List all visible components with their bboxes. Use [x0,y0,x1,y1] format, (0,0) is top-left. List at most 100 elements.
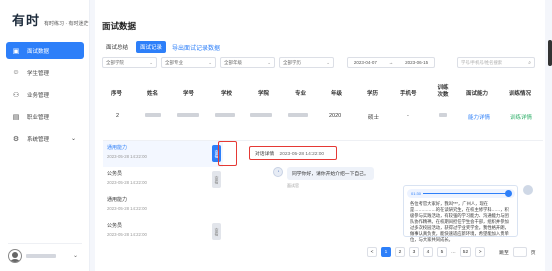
record-time: 2023-05-28 14:22:00 [107,232,147,237]
cell-grade: 2020 [329,113,342,119]
chevron-down-icon: ⌄ [72,253,78,259]
page-suffix: 页 [530,250,536,256]
arrow-right-icon: → [388,60,394,65]
training-details-link[interactable]: 训练详情 [510,113,532,121]
avatar [8,248,22,263]
cell-student-id-redacted [177,113,199,119]
col-degree: 学历 [367,91,379,97]
col-school: 学校 [221,91,233,97]
dialog-detail-time: 2023-05-28 14:22:00 [279,152,325,157]
list-item[interactable]: 通用能力 2023-05-28 14:22:00 查看 [103,141,223,167]
ability-details-link[interactable]: 能力详情 [468,113,490,121]
sidebar-item-label: 学生管理 [27,70,50,77]
interview-data-icon: ▣ [12,47,20,55]
brand-title: 有时 [12,13,41,28]
user-menu[interactable]: ⌄ [8,243,82,263]
date-range-picker[interactable]: 2023-04-07 → 2023-06-15 [347,57,435,68]
sidebar-item-label: 面试数据 [27,48,50,55]
cell-phone: - [407,113,409,119]
goto-page-input[interactable] [512,247,527,257]
search-icon[interactable]: ⌕ [528,60,531,66]
export-records-link[interactable]: 导出面试记录数据 [172,43,220,52]
prev-page-button[interactable]: < [367,247,377,257]
page-2-button[interactable]: 2 [395,247,405,257]
cell-major-redacted [288,113,308,119]
college-select[interactable]: 全部学院 ⌄ [102,57,157,68]
highlight-box-view-button [218,141,237,166]
page-1-button[interactable]: 1 [381,247,391,257]
col-ability: 面试能力 [466,91,489,97]
page-3-button[interactable]: 3 [409,247,419,257]
record-time: 2023-05-28 14:22:00 [107,206,147,211]
col-student-id: 学号 [183,91,195,97]
record-time: 2023-05-28 14:22:00 [107,154,147,159]
scrollbar[interactable] [548,40,552,66]
page-5-button[interactable]: 5 [437,247,447,257]
page-52-button[interactable]: 52 [459,247,472,257]
dialog-detail-label: 对话详情 [255,152,275,157]
list-item[interactable]: 公务员 2023-05-28 14:22:00 查看 [103,219,223,245]
filter-bar: 全部学院 ⌄ 全部专业 ⌄ 全部年级 ⌄ 全部学历 ⌄ [102,57,334,68]
date-end: 2023-06-15 [405,60,429,65]
col-name: 姓名 [147,91,159,97]
page-4-button[interactable]: 4 [423,247,433,257]
brand: 有时 有时练习 · 有时迷茫 [12,10,88,29]
sidebar-item-label: 职业管理 [27,114,50,121]
sidebar-item-interview-data[interactable]: ▣ 面试数据 [6,42,84,59]
col-index: 序号 [111,91,123,97]
list-item[interactable]: 通用能力 2023-05-28 14:22:00 [103,193,223,219]
chevron-down-icon: ⌄ [149,60,153,65]
major-select[interactable]: 全部专业 ⌄ [161,57,216,68]
tab-bar: 面试总结 面试记录 导出面试记录数据 [102,41,220,53]
audio-progress-track[interactable] [423,193,507,194]
sidebar-item-students[interactable]: ☺ 学生管理 [6,64,84,81]
tab-interview-summary[interactable]: 面试总结 [102,41,132,53]
settings-icon: ⚙ [12,135,20,143]
record-title: 通用能力 [107,145,128,151]
sidebar: 有时 有时练习 · 有时迷茫 ▣ 面试数据 ☺ 学生管理 ⚇ 业务管理 ▤ 职业… [0,0,90,271]
audio-player[interactable]: 01:30 [407,189,515,198]
answer-card: 01:30 各位考官大家好，我叫***，广州人，现在是……………的在读研究生，在… [403,185,518,242]
interviewer-avatar-icon: ◔ [273,167,283,177]
grade-select-value: 全部年级 [224,59,242,65]
col-phone: 手机号 [400,91,417,97]
page-ellipsis[interactable]: … [451,250,456,255]
interviewer-message: ◔ 同学你好，请你开始介绍一下自己。 面试官 [273,167,374,189]
training-detail-panel: 通用能力 2023-05-28 14:22:00 查看 公务员 2023-05-… [103,140,543,252]
record-title: 公务员 [107,223,123,229]
record-title: 通用能力 [107,197,128,203]
grade-select[interactable]: 全部年级 ⌄ [220,57,275,68]
play-icon[interactable] [505,190,512,197]
chevron-down-icon: ⌄ [326,60,330,65]
degree-select[interactable]: 全部学历 ⌄ [279,57,334,68]
view-record-button[interactable]: 查看 [212,171,221,188]
search-input[interactable]: 学号/手机号/姓名搜索 ⌕ [457,57,535,68]
record-title: 公务员 [107,171,123,177]
sidebar-item-business[interactable]: ⚇ 业务管理 [6,86,84,103]
business-icon: ⚇ [12,91,20,99]
col-college: 学院 [258,91,270,97]
speaker-label: 面试官 [287,183,299,188]
next-page-button[interactable]: > [475,247,486,257]
table-row: 2 2020 硕士 - 能力详情 训练详情 [95,108,545,124]
sidebar-item-system[interactable]: ⚙ 系统管理 ⌄ [6,130,84,147]
cell-index: 2 [116,113,120,119]
degree-select-value: 全部学历 [283,59,301,65]
table-header: 序号 姓名 学号 学校 学院 专业 年级 学历 手机号 训练次数 面试能力 训练… [95,82,545,102]
student-avatar [523,185,533,195]
record-time: 2023-05-28 14:22:00 [107,180,147,185]
college-select-value: 全部学院 [106,59,124,65]
list-item[interactable]: 公务员 2023-05-28 14:22:00 查看 [103,167,223,193]
cell-degree: 硕士 [368,115,380,121]
view-record-button[interactable]: 查看 [212,223,221,240]
pagination: < 1 2 3 4 5 … 52 > 跳至 页 [367,247,536,257]
main-panel: 面试数据 面试总结 面试记录 导出面试记录数据 全部学院 ⌄ 全部专业 ⌄ 全部年级… [95,0,545,271]
cell-college-redacted [250,113,272,119]
sidebar-item-career[interactable]: ▤ 职业管理 [6,108,84,125]
page-title: 面试数据 [102,21,137,31]
audio-time: 01:30 [411,191,422,196]
tab-interview-records[interactable]: 面试记录 [136,41,167,53]
date-start: 2023-04-07 [353,60,377,65]
major-select-value: 全部专业 [165,59,183,65]
question-bubble: 同学你好，请你开始介绍一下自己。 [287,167,374,180]
